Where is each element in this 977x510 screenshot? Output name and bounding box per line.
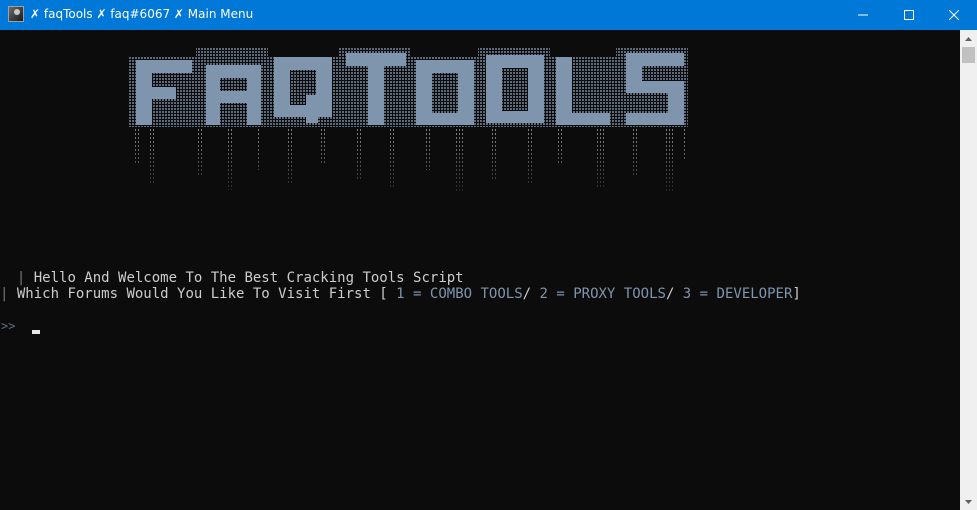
option-separator: / [665,286,683,302]
option-equals: = [691,286,717,302]
vertical-scrollbar[interactable] [960,30,977,510]
question-text: Which Forums Would You Like To Visit Fir… [16,286,397,302]
option-label: COMBO TOOLS [429,286,523,302]
bar-glyph: | [0,286,9,302]
input-prompt: >> [1,319,16,333]
option-equals: = [547,286,574,302]
minimize-icon [858,14,868,16]
welcome-line: | Hello And Welcome To The Best Cracking… [0,254,464,286]
maximize-button[interactable] [886,0,932,30]
question-line: | Which Forums Would You Like To Visit F… [0,286,801,302]
maximize-icon [904,10,914,20]
bar-glyph: | [16,270,26,286]
option-number: 2 [539,286,548,302]
scroll-up-button[interactable] [960,30,977,47]
close-icon [949,10,959,20]
scroll-thumb[interactable] [962,47,975,63]
ascii-banner [128,47,688,191]
option-label: DEVELOPER [716,286,793,302]
option-label: PROXY TOOLS [573,286,666,302]
app-avatar-icon[interactable] [8,6,24,22]
welcome-text: Hello And Welcome To The Best Cracking T… [33,270,464,286]
chevron-down-icon [965,499,972,504]
text-cursor[interactable] [32,330,40,334]
option-number: 1 [396,286,405,302]
option-separator: / [522,286,540,302]
option-number: 3 [682,286,692,302]
option-equals: = [404,286,430,302]
title-bar[interactable]: ✗ faqTools ✗ faq#6067 ✗ Main Menu [0,0,977,30]
chevron-up-icon [965,36,972,41]
close-button[interactable] [931,0,977,30]
option-separator: ] [792,286,801,302]
minimize-button[interactable] [840,0,886,30]
scroll-down-button[interactable] [960,493,977,510]
window-title: ✗ faqTools ✗ faq#6067 ✗ Main Menu [30,7,254,21]
